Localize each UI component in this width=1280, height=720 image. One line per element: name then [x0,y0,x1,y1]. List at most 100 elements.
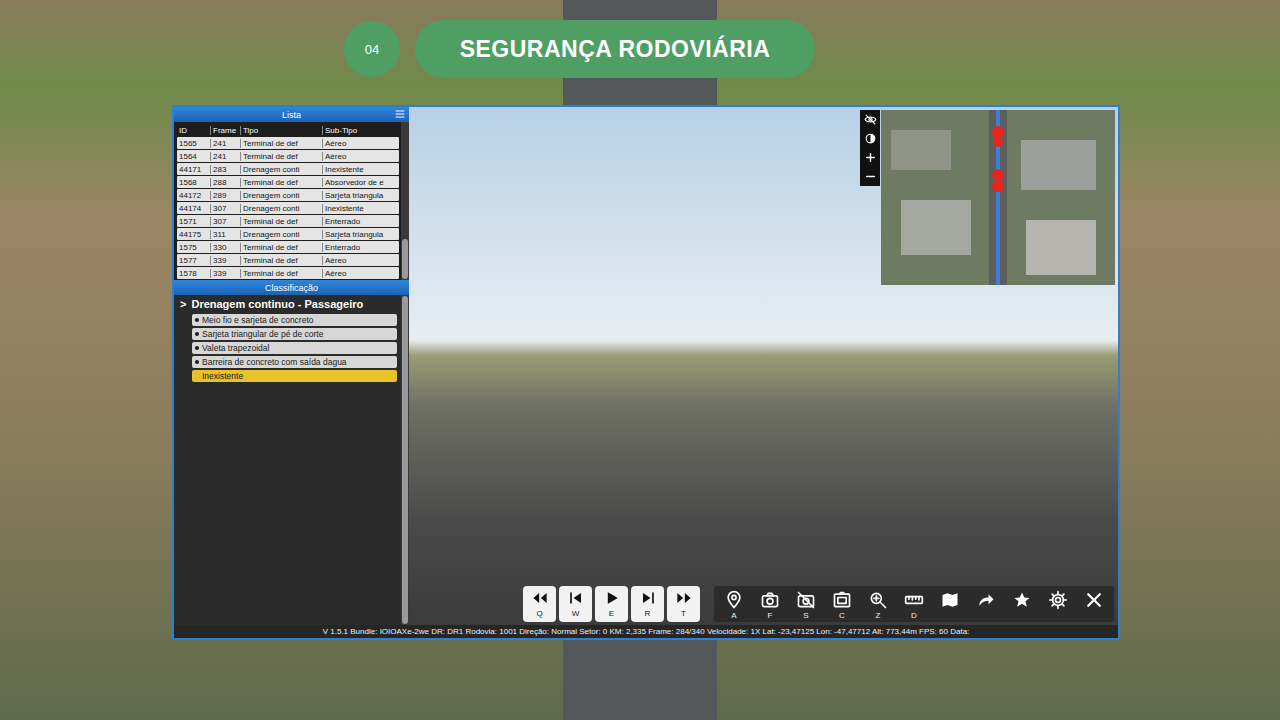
tool-button[interactable]: D [896,586,932,622]
cell-id: 44174 [177,204,210,213]
map-control-button[interactable] [860,167,880,186]
classification-group[interactable]: > Drenagem continuo - Passageiro [180,297,397,312]
table-row[interactable]: 1564 241 Terminal de def Aéreo [177,150,399,162]
list-title: Lista [282,110,301,120]
tool-button[interactable]: C [824,586,860,622]
table-row[interactable]: 1575 330 Terminal de def Enterrado [177,241,399,253]
player-button[interactable]: R [631,586,664,622]
expander[interactable]: > [180,298,186,310]
tool-button[interactable] [932,586,968,622]
player-button[interactable]: Q [523,586,556,622]
cell-frame: 307 [210,204,240,213]
classification-option[interactable]: Valeta trapezoidal [192,342,397,354]
cell-frame: 289 [210,191,240,200]
table-scrollbar[interactable] [401,122,409,280]
cell-subtype: Aéreo [322,256,399,265]
column-header[interactable]: Sub-Tipo [322,126,399,135]
menu-icon [394,108,406,120]
cell-frame: 339 [210,256,240,265]
cell-frame: 241 [210,152,240,161]
column-header[interactable]: Tipo [240,126,322,135]
app-window: Lista IDFrameTipoSub-Tipo 1565 241 Termi… [172,105,1120,640]
player-button[interactable]: T [667,586,700,622]
column-header[interactable]: ID [177,126,210,135]
cell-id: 1565 [177,139,210,148]
table-row[interactable]: 1571 307 Terminal de def Enterrado [177,215,399,227]
classification-option[interactable]: Sarjeta triangular de pé de corte [192,328,397,340]
table-row[interactable]: 1577 339 Terminal de def Aéreo [177,254,399,266]
map-control-button[interactable] [860,129,880,148]
cell-type: Drenagem conti [240,230,322,239]
tool-button[interactable]: Z [860,586,896,622]
camera-off-icon [796,590,816,610]
map-pin[interactable] [992,169,1004,181]
tool-button[interactable] [1076,586,1112,622]
cell-subtype: Inexistente [322,165,399,174]
classification-option[interactable]: Meio fio e sarjeta de concreto [192,314,397,326]
minimap[interactable] [881,110,1115,285]
cell-subtype: Enterrado [322,243,399,252]
tool-button[interactable]: A [716,586,752,622]
tool-button[interactable]: S [788,586,824,622]
cell-subtype: Enterrado [322,217,399,226]
player-button[interactable]: E [595,586,628,622]
shortcut-key: R [645,609,651,618]
player-controls: Q W E R T [523,586,700,622]
table-row[interactable]: 44171 283 Drenagem conti Inexistente [177,163,399,175]
cell-type: Terminal de def [240,178,322,187]
cell-id: 1577 [177,256,210,265]
shortcut-key: Z [876,611,881,620]
classification-option[interactable]: Barreira de concreto com saída dagua [192,356,397,368]
map-pin[interactable] [992,180,1004,192]
table-row[interactable]: 1565 241 Terminal de def Aéreo [177,137,399,149]
camera-frame-icon [832,590,852,610]
map-control-button[interactable] [860,110,880,129]
bullet [195,332,199,336]
tool-button[interactable]: F [752,586,788,622]
ruler-icon [904,590,924,610]
bullet [195,346,199,350]
tool-button[interactable] [968,586,1004,622]
cell-subtype: Sarjeta triangula [322,191,399,200]
column-header[interactable]: Frame [210,126,240,135]
map-icon [940,590,960,610]
status-bar: V 1.5.1 Bundle: IOIOAXe-2we DR: DR1 Rodo… [174,625,1118,638]
star-icon [1012,590,1032,610]
classification-option[interactable]: Inexistente [192,370,397,382]
cell-frame: 311 [210,230,240,239]
cell-id: 1568 [177,178,210,187]
table-row[interactable]: 1578 339 Terminal de def Aéreo [177,267,399,279]
tool-button[interactable] [1040,586,1076,622]
cell-id: 1578 [177,269,210,278]
cell-type: Drenagem conti [240,191,322,200]
map-control-button[interactable] [860,148,880,167]
zoom-icon [868,590,888,610]
step-forward-icon [638,588,658,608]
shortcut-key: F [768,611,773,620]
cell-subtype: Absorvedor de e [322,178,399,187]
share-icon [976,590,996,610]
list-table: IDFrameTipoSub-Tipo 1565 241 Terminal de… [174,122,409,280]
table-header: IDFrameTipoSub-Tipo [177,124,399,136]
map-pin[interactable] [992,126,1004,138]
table-row[interactable]: 1568 288 Terminal de def Absorvedor de e [177,176,399,188]
cell-id: 1575 [177,243,210,252]
cell-subtype: Aéreo [322,152,399,161]
cell-id: 1564 [177,152,210,161]
cell-frame: 288 [210,178,240,187]
table-row[interactable]: 44175 311 Drenagem conti Sarjeta triangu… [177,228,399,240]
shortcut-key: Q [536,609,542,618]
table-row[interactable]: 44174 307 Drenagem conti Inexistente [177,202,399,214]
cell-id: 44171 [177,165,210,174]
tool-button[interactable] [1004,586,1040,622]
cell-type: Terminal de def [240,256,322,265]
list-menu-button[interactable] [393,108,407,121]
player-button[interactable]: W [559,586,592,622]
cell-frame: 339 [210,269,240,278]
classification-scrollbar[interactable] [401,295,409,625]
map-pin[interactable] [993,137,1003,147]
shortcut-key: T [681,609,686,618]
cell-type: Drenagem conti [240,204,322,213]
table-row[interactable]: 44172 289 Drenagem conti Sarjeta triangu… [177,189,399,201]
contrast-icon [864,132,877,145]
